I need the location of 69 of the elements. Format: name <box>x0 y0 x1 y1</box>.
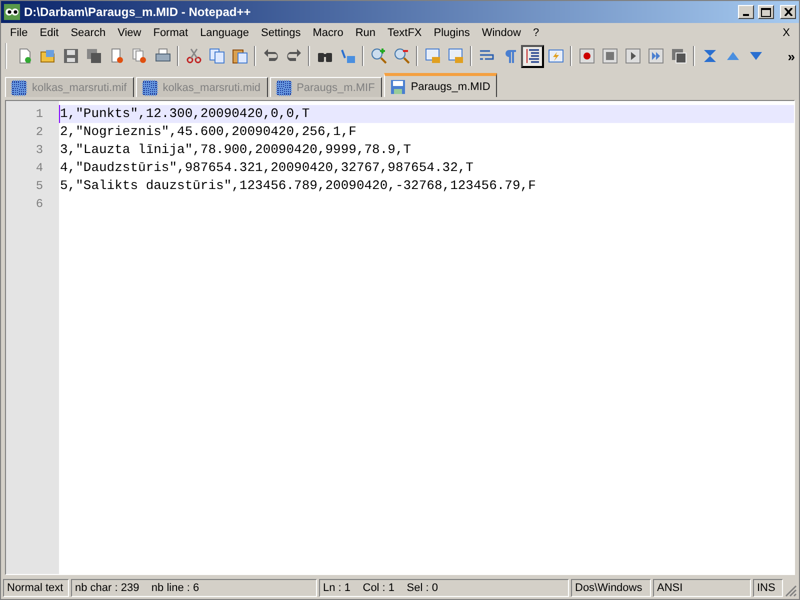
save-icon <box>62 48 78 64</box>
play-icon <box>624 48 640 64</box>
sync-scroll-icon <box>702 48 718 64</box>
menu-item[interactable]: Search <box>64 25 112 41</box>
zoom-out-icon <box>394 48 410 64</box>
open-folder-icon <box>40 48 56 64</box>
lightning-window-icon <box>548 48 564 64</box>
line-number: 3 <box>34 142 44 159</box>
menu-item[interactable]: View <box>112 25 148 41</box>
checker-file-icon <box>142 80 158 96</box>
code-line: 4,"Daudzstūris",987654.321,20090420,32767,987654.32,T <box>59 159 474 177</box>
file-tab[interactable]: Paraugs_m.MID <box>384 73 498 97</box>
maximize-button[interactable] <box>758 5 774 19</box>
status-field: Ln : 1 Col : 1 Sel : 0 <box>319 579 569 597</box>
checker-file-icon <box>276 80 292 96</box>
line-number: 5 <box>34 178 44 195</box>
scissors-icon <box>186 48 202 64</box>
line-number: 1 <box>34 106 44 123</box>
lock-window-icon <box>424 48 440 64</box>
app-logo-icon <box>4 4 20 20</box>
maximize-icon <box>761 8 771 16</box>
copy-icon <box>208 48 224 64</box>
resize-grip-icon <box>785 585 797 597</box>
printer-icon <box>154 48 170 64</box>
close-icon <box>784 8 792 16</box>
fast-forward-icon <box>648 48 664 64</box>
stop-icon <box>602 48 618 64</box>
paste-icon <box>232 48 248 64</box>
menu-item[interactable]: Plugins <box>428 25 476 41</box>
redo-icon <box>286 48 302 64</box>
menu-item[interactable]: Window <box>476 25 527 41</box>
code-line: 2,"Nogrieznis",45.600,20090420,256,1,F <box>59 123 358 141</box>
close-file-icon <box>108 48 124 64</box>
menu-item[interactable]: Edit <box>34 25 65 41</box>
status-field: Dos\Windows <box>571 579 651 597</box>
lock-window-icon <box>448 48 464 64</box>
minimize-button[interactable] <box>738 5 754 19</box>
menu-item[interactable]: ? <box>526 25 546 41</box>
close-button[interactable] <box>780 5 796 19</box>
window-title: D:\Darbam\Paraugs_m.MID - Notepad++ <box>24 5 252 19</box>
menu-item[interactable]: Settings <box>255 25 307 41</box>
code-line: 5,"Salikts dauzstūris",123456.789,20090420,-32768,123456.79,F <box>59 177 537 195</box>
save-macro-icon <box>670 48 686 64</box>
status-field: nb char : 239 nb line : 6 <box>71 579 317 597</box>
toolbar-button[interactable] <box>521 44 544 68</box>
menu-item[interactable]: Format <box>147 25 194 41</box>
record-icon <box>578 48 594 64</box>
zoom-in-icon <box>370 48 386 64</box>
status-field: Normal text <box>3 579 69 597</box>
menu-item[interactable]: TextFX <box>382 25 428 41</box>
new-file-icon <box>16 48 32 64</box>
menu-item[interactable]: File <box>4 25 34 41</box>
checker-file-icon <box>11 80 27 96</box>
floppy-icon <box>390 78 406 94</box>
menu-item[interactable]: Macro <box>306 25 350 41</box>
menu-item[interactable]: Language <box>194 25 256 41</box>
toolbar-overflow-button[interactable]: » <box>788 48 795 64</box>
save-all-icon <box>86 48 102 64</box>
line-number: 4 <box>34 160 44 177</box>
status-field: ANSI <box>653 579 751 597</box>
line-number: 2 <box>34 124 44 141</box>
indent-guide-icon <box>524 48 540 64</box>
close-all-icon <box>132 48 148 64</box>
status-field: INS <box>753 579 783 597</box>
code-line: 3,"Lauzta līnija",78.900,20090420,9999,78.9,T <box>59 141 412 159</box>
line-number: 6 <box>34 196 44 213</box>
undo-icon <box>262 48 278 64</box>
menu-item[interactable]: Run <box>349 25 382 41</box>
close-document-button[interactable]: X <box>776 25 796 41</box>
